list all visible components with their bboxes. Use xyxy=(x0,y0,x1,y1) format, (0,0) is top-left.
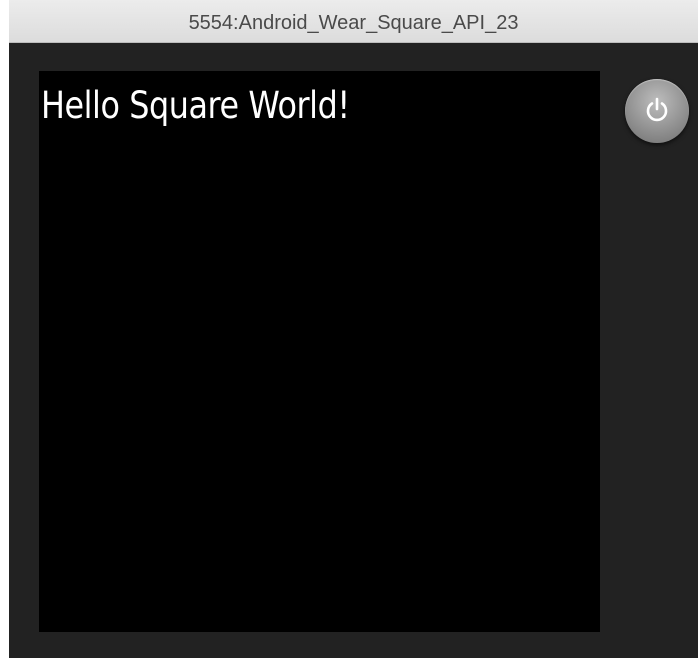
emulator-window: 5554:Android_Wear_Square_API_23 Hello Sq… xyxy=(9,0,698,658)
title-bar[interactable]: 5554:Android_Wear_Square_API_23 xyxy=(9,0,698,43)
window-title: 5554:Android_Wear_Square_API_23 xyxy=(188,12,519,34)
watch-screen[interactable]: Hello Square World! xyxy=(39,71,600,632)
power-icon xyxy=(646,97,668,122)
power-button[interactable] xyxy=(625,79,689,143)
hello-text: Hello Square World! xyxy=(41,84,350,127)
background-window-edge xyxy=(0,0,9,658)
